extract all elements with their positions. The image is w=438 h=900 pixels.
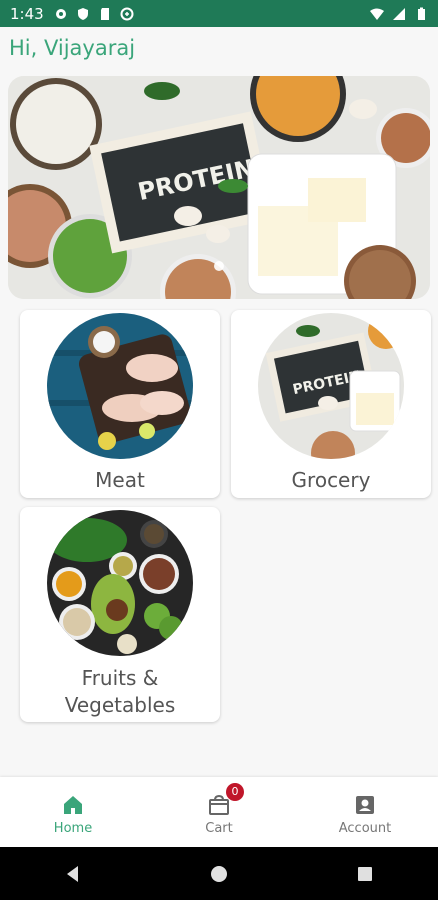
category-card-grocery[interactable]: PROTEIN Grocery bbox=[231, 310, 431, 498]
sd-card-icon bbox=[100, 7, 109, 20]
nav-home[interactable]: Home bbox=[0, 777, 146, 847]
hero-banner[interactable]: PROTEIN bbox=[8, 76, 430, 299]
battery-icon bbox=[418, 7, 425, 20]
account-icon bbox=[356, 796, 374, 814]
nav-cart[interactable]: Cart bbox=[146, 777, 292, 847]
bottom-navigation: Home Cart Account 0 bbox=[0, 777, 438, 847]
greeting-title: Hi, Vijayaraj bbox=[9, 36, 136, 60]
nav-account[interactable]: Account bbox=[292, 777, 438, 847]
category-label: Grocery bbox=[291, 468, 371, 492]
shield-icon bbox=[77, 7, 88, 20]
cart-count-badge: 0 bbox=[226, 783, 244, 801]
category-card-meat[interactable]: Meat bbox=[20, 310, 220, 498]
signal-icon bbox=[393, 7, 405, 20]
category-card-fruits-vegetables[interactable]: Fruits & Vegetables bbox=[20, 507, 220, 722]
wifi-icon bbox=[370, 8, 384, 20]
data-saver-icon bbox=[120, 7, 134, 20]
gear-icon bbox=[55, 8, 66, 19]
category-label-line1: Fruits & bbox=[81, 666, 159, 690]
category-label: Fruits & Vegetables bbox=[20, 665, 220, 719]
status-icons-left bbox=[54, 7, 134, 21]
category-label-line2: Vegetables bbox=[64, 693, 176, 717]
system-navigation-bar bbox=[0, 847, 438, 900]
back-icon[interactable] bbox=[63, 864, 83, 884]
home-circle-icon[interactable] bbox=[209, 864, 229, 884]
fruits-vegetables-image bbox=[47, 510, 193, 656]
home-icon bbox=[64, 796, 82, 814]
status-time: 1:43 bbox=[10, 4, 44, 23]
nav-account-label: Account bbox=[338, 821, 392, 836]
nav-home-label: Home bbox=[53, 821, 93, 836]
meat-image bbox=[47, 313, 193, 459]
recents-icon[interactable] bbox=[355, 864, 375, 884]
carousel-indicator bbox=[8, 261, 430, 271]
carousel-dot[interactable] bbox=[214, 261, 224, 271]
category-label: Meat bbox=[95, 468, 145, 492]
status-bar: 1:43 bbox=[0, 0, 438, 27]
nav-cart-label: Cart bbox=[205, 821, 233, 836]
grocery-image: PROTEIN bbox=[258, 313, 404, 459]
status-icons-right bbox=[370, 7, 428, 21]
